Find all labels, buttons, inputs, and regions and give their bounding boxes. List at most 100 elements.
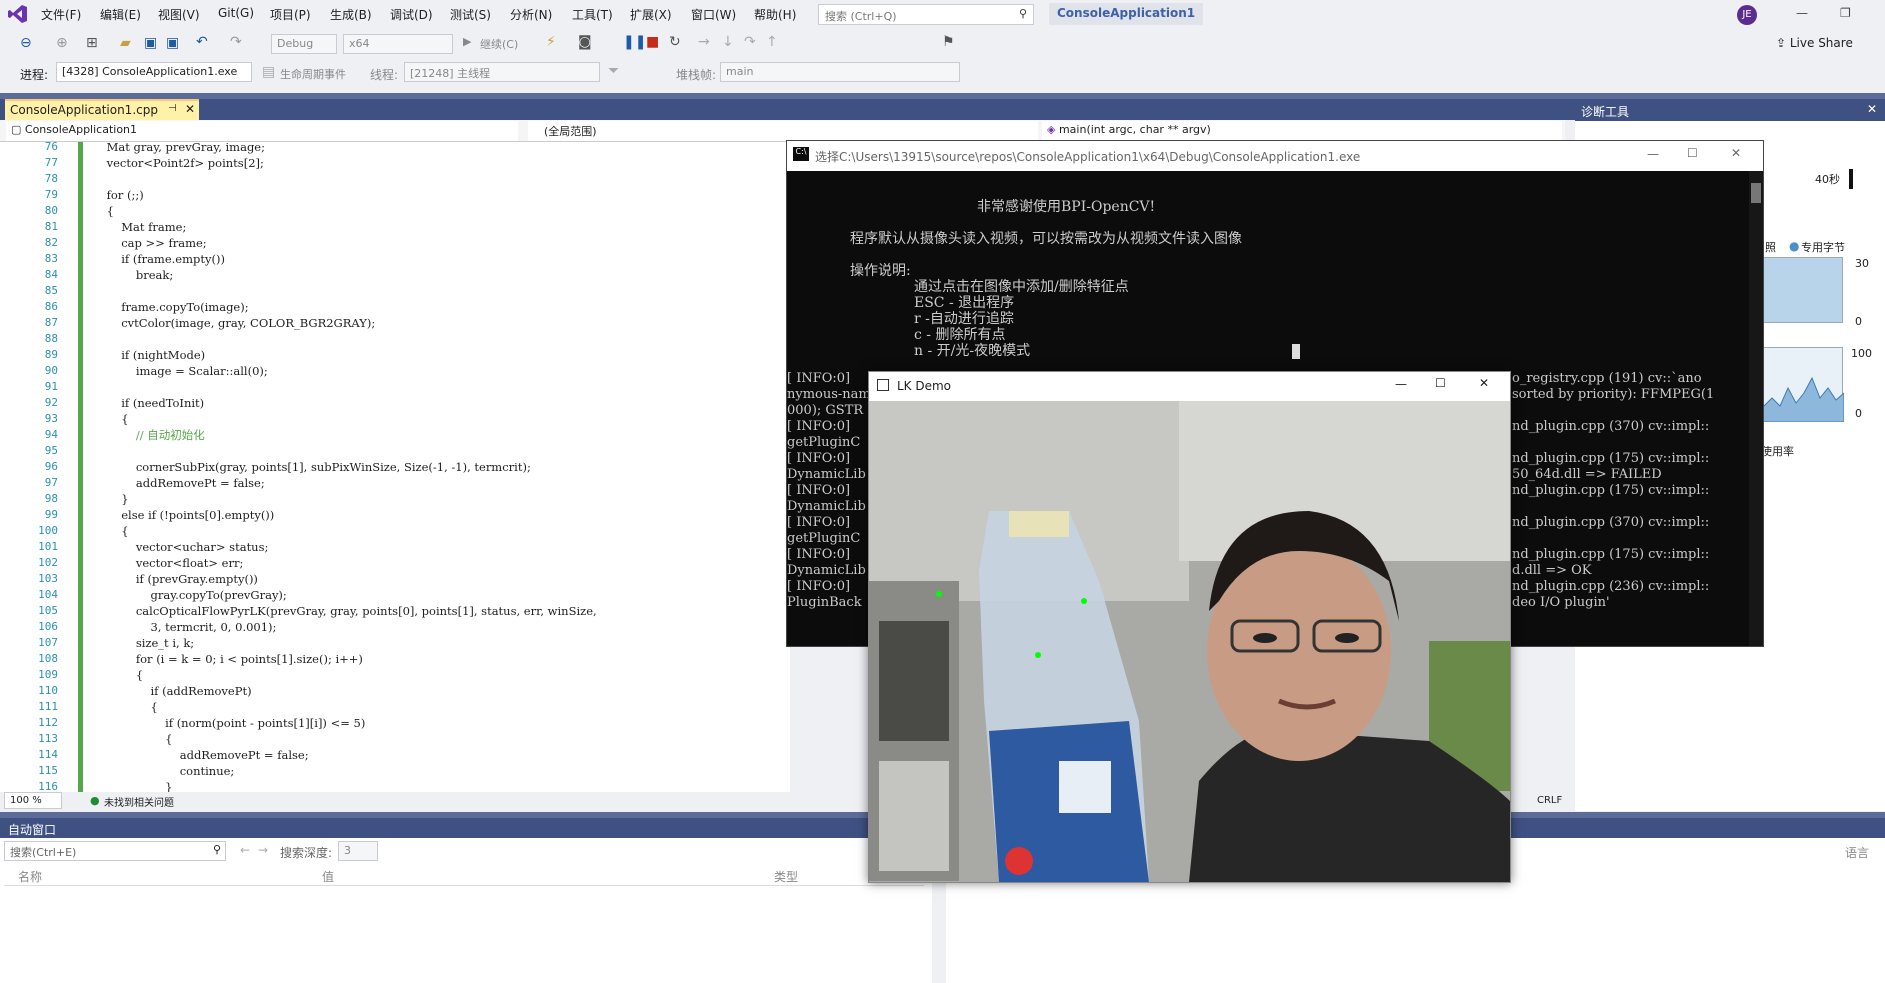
menu-item[interactable]: 工具(T) bbox=[572, 6, 613, 23]
code-editor[interactable]: 76 77 78 79 80 81 82 83 84 85 86 87 88 89 90 91 92 93 94 95… bbox=[0, 142, 790, 792]
live-share-button[interactable]: ⇪ Live Share bbox=[1776, 36, 1853, 50]
code-line[interactable]: addRemovePt = false; bbox=[92, 747, 309, 763]
continue-icon[interactable]: ▶ bbox=[463, 35, 471, 48]
code-line[interactable]: } bbox=[92, 491, 128, 507]
code-line[interactable]: vector<Point2f> points[2]; bbox=[92, 155, 264, 171]
screenshot-icon[interactable]: ◙ bbox=[578, 34, 592, 50]
code-line[interactable]: { bbox=[92, 203, 114, 219]
col-type[interactable]: 类型 bbox=[774, 868, 798, 885]
code-line[interactable]: break; bbox=[92, 267, 173, 283]
save-all-icon[interactable]: ▣ bbox=[166, 35, 179, 51]
col-value[interactable]: 值 bbox=[322, 868, 334, 885]
code-line[interactable]: { bbox=[92, 523, 128, 539]
col-name[interactable]: 名称 bbox=[18, 868, 42, 885]
code-line[interactable]: if (prevGray.empty()) bbox=[92, 571, 258, 587]
step-over-icon[interactable]: ↷ bbox=[744, 34, 756, 50]
code-line[interactable]: 3, termcrit, 0, 0.001); bbox=[92, 619, 276, 635]
code-line[interactable]: cvtColor(image, gray, COLOR_BGR2GRAY); bbox=[92, 315, 375, 331]
minimize-button[interactable]: — bbox=[1395, 377, 1407, 391]
platform-select[interactable]: x64 bbox=[343, 34, 453, 54]
redo-icon[interactable]: ↷ bbox=[230, 34, 242, 50]
code-line[interactable]: else if (!points[0].empty()) bbox=[92, 507, 274, 523]
vs-logo-icon[interactable] bbox=[8, 4, 28, 24]
stack-select[interactable]: main bbox=[720, 62, 960, 82]
code-line[interactable]: cornerSubPix(gray, points[1], subPixWinS… bbox=[92, 459, 531, 475]
code-line[interactable]: gray.copyTo(prevGray); bbox=[92, 587, 286, 603]
menu-item[interactable]: 窗口(W) bbox=[691, 6, 736, 23]
thread-select[interactable]: [21248] 主线程 bbox=[404, 62, 600, 82]
code-line[interactable]: cap >> frame; bbox=[92, 235, 206, 251]
menu-item[interactable]: 生成(B) bbox=[330, 6, 372, 23]
code-line[interactable]: } bbox=[92, 779, 172, 792]
stop-icon[interactable]: ■ bbox=[646, 34, 659, 50]
menu-item[interactable]: 文件(F) bbox=[41, 6, 81, 23]
filter-icon[interactable]: ⏷ bbox=[608, 63, 619, 79]
console-titlebar[interactable]: C:\ 选择C:\Users\13915\source\repos\Consol… bbox=[787, 141, 1763, 171]
code-line[interactable]: { bbox=[92, 667, 143, 683]
close-icon[interactable]: ✕ bbox=[1867, 102, 1877, 116]
console-scrollbar[interactable] bbox=[1749, 171, 1763, 646]
code-line[interactable]: continue; bbox=[92, 763, 235, 779]
process-select[interactable]: [4328] ConsoleApplication1.exe bbox=[56, 62, 252, 82]
code-line[interactable]: // 自动初始化 bbox=[92, 427, 205, 443]
code-line[interactable]: Mat gray, prevGray, image; bbox=[92, 142, 265, 155]
pin-icon[interactable]: ⊣ bbox=[168, 103, 177, 114]
search-icon[interactable]: ⚲ bbox=[1019, 7, 1027, 20]
menu-item[interactable]: Git(G) bbox=[218, 6, 254, 20]
config-select[interactable]: Debug bbox=[271, 34, 337, 54]
code-line[interactable]: { bbox=[92, 699, 157, 715]
code-line[interactable]: if (nightMode) bbox=[92, 347, 205, 363]
code-line[interactable]: calcOpticalFlowPyrLK(prevGray, gray, poi… bbox=[92, 603, 597, 619]
autos-search-input[interactable]: 搜索(Ctrl+E) ⚲ bbox=[4, 841, 226, 861]
close-button[interactable]: ✕ bbox=[1479, 376, 1489, 390]
issues-status[interactable]: 未找到相关问题 bbox=[104, 794, 174, 809]
menu-item[interactable]: 视图(V) bbox=[158, 6, 200, 23]
menu-item[interactable]: 项目(P) bbox=[270, 6, 311, 23]
code-line[interactable]: if (norm(point - points[1][i]) <= 5) bbox=[92, 715, 365, 731]
code-line[interactable]: frame.copyTo(image); bbox=[92, 299, 248, 315]
back-icon[interactable]: ← bbox=[240, 843, 250, 857]
open-icon[interactable]: ▰ bbox=[120, 35, 131, 51]
zoom-select[interactable]: 100 % bbox=[4, 792, 62, 809]
code-line[interactable]: if (addRemovePt) bbox=[92, 683, 251, 699]
breakpoint-toggle-icon[interactable]: ⚑ bbox=[942, 34, 955, 50]
code-line[interactable]: for (;;) bbox=[92, 187, 144, 203]
crlf-indicator[interactable]: CRLF bbox=[1537, 795, 1562, 806]
member-select[interactable]: ◈ main(int argc, char ** argv) bbox=[1042, 121, 1562, 141]
close-button[interactable]: ✕ bbox=[1731, 146, 1741, 160]
lifecycle-events[interactable]: 生命周期事件 bbox=[280, 66, 346, 82]
menu-item[interactable]: 测试(S) bbox=[450, 6, 491, 23]
timeline-cursor[interactable] bbox=[1849, 169, 1853, 189]
minimize-button[interactable]: — bbox=[1796, 6, 1808, 20]
step-out-icon[interactable]: ↑ bbox=[766, 34, 778, 50]
menu-item[interactable]: 扩展(X) bbox=[630, 6, 672, 23]
code-line[interactable]: addRemovePt = false; bbox=[92, 475, 265, 491]
menu-item[interactable]: 帮助(H) bbox=[754, 6, 796, 23]
menu-item[interactable]: 编辑(E) bbox=[100, 6, 141, 23]
code-line[interactable]: { bbox=[92, 411, 128, 427]
depth-select[interactable]: 3 bbox=[338, 841, 378, 861]
pause-icon[interactable]: ❚❚ bbox=[623, 34, 646, 50]
show-next-statement-icon[interactable]: → bbox=[698, 34, 710, 50]
undo-icon[interactable]: ↶ bbox=[196, 34, 208, 50]
search-input[interactable]: 搜索 (Ctrl+Q) ⚲ bbox=[818, 4, 1034, 25]
maximize-button[interactable]: ☐ bbox=[1687, 146, 1698, 160]
restart-icon[interactable]: ↻ bbox=[669, 34, 681, 50]
code-line[interactable]: Mat frame; bbox=[92, 219, 186, 235]
close-icon[interactable]: ✕ bbox=[185, 102, 195, 116]
restore-button[interactable]: ❐ bbox=[1840, 6, 1851, 20]
hot-reload-icon[interactable]: ⚡ bbox=[546, 34, 556, 50]
code-line[interactable]: { bbox=[92, 731, 172, 747]
new-project-icon[interactable]: ⊞ bbox=[86, 35, 98, 51]
search-icon[interactable]: ⚲ bbox=[213, 843, 221, 856]
camera-frame[interactable] bbox=[869, 401, 1510, 882]
back-icon[interactable]: ⊖ bbox=[20, 35, 32, 51]
code-line[interactable]: vector<float> err; bbox=[92, 555, 243, 571]
tab-consoleapplication1-cpp[interactable]: ConsoleApplication1.cpp ⊣ ✕ bbox=[5, 99, 199, 120]
code-line[interactable]: image = Scalar::all(0); bbox=[92, 363, 268, 379]
code-line[interactable]: for (i = k = 0; i < points[1].size(); i+… bbox=[92, 651, 363, 667]
code-line[interactable]: size_t i, k; bbox=[92, 635, 194, 651]
continue-button[interactable]: 继续(C) bbox=[480, 36, 518, 52]
user-avatar[interactable]: JE bbox=[1737, 5, 1757, 25]
code-line[interactable]: if (frame.empty()) bbox=[92, 251, 225, 267]
